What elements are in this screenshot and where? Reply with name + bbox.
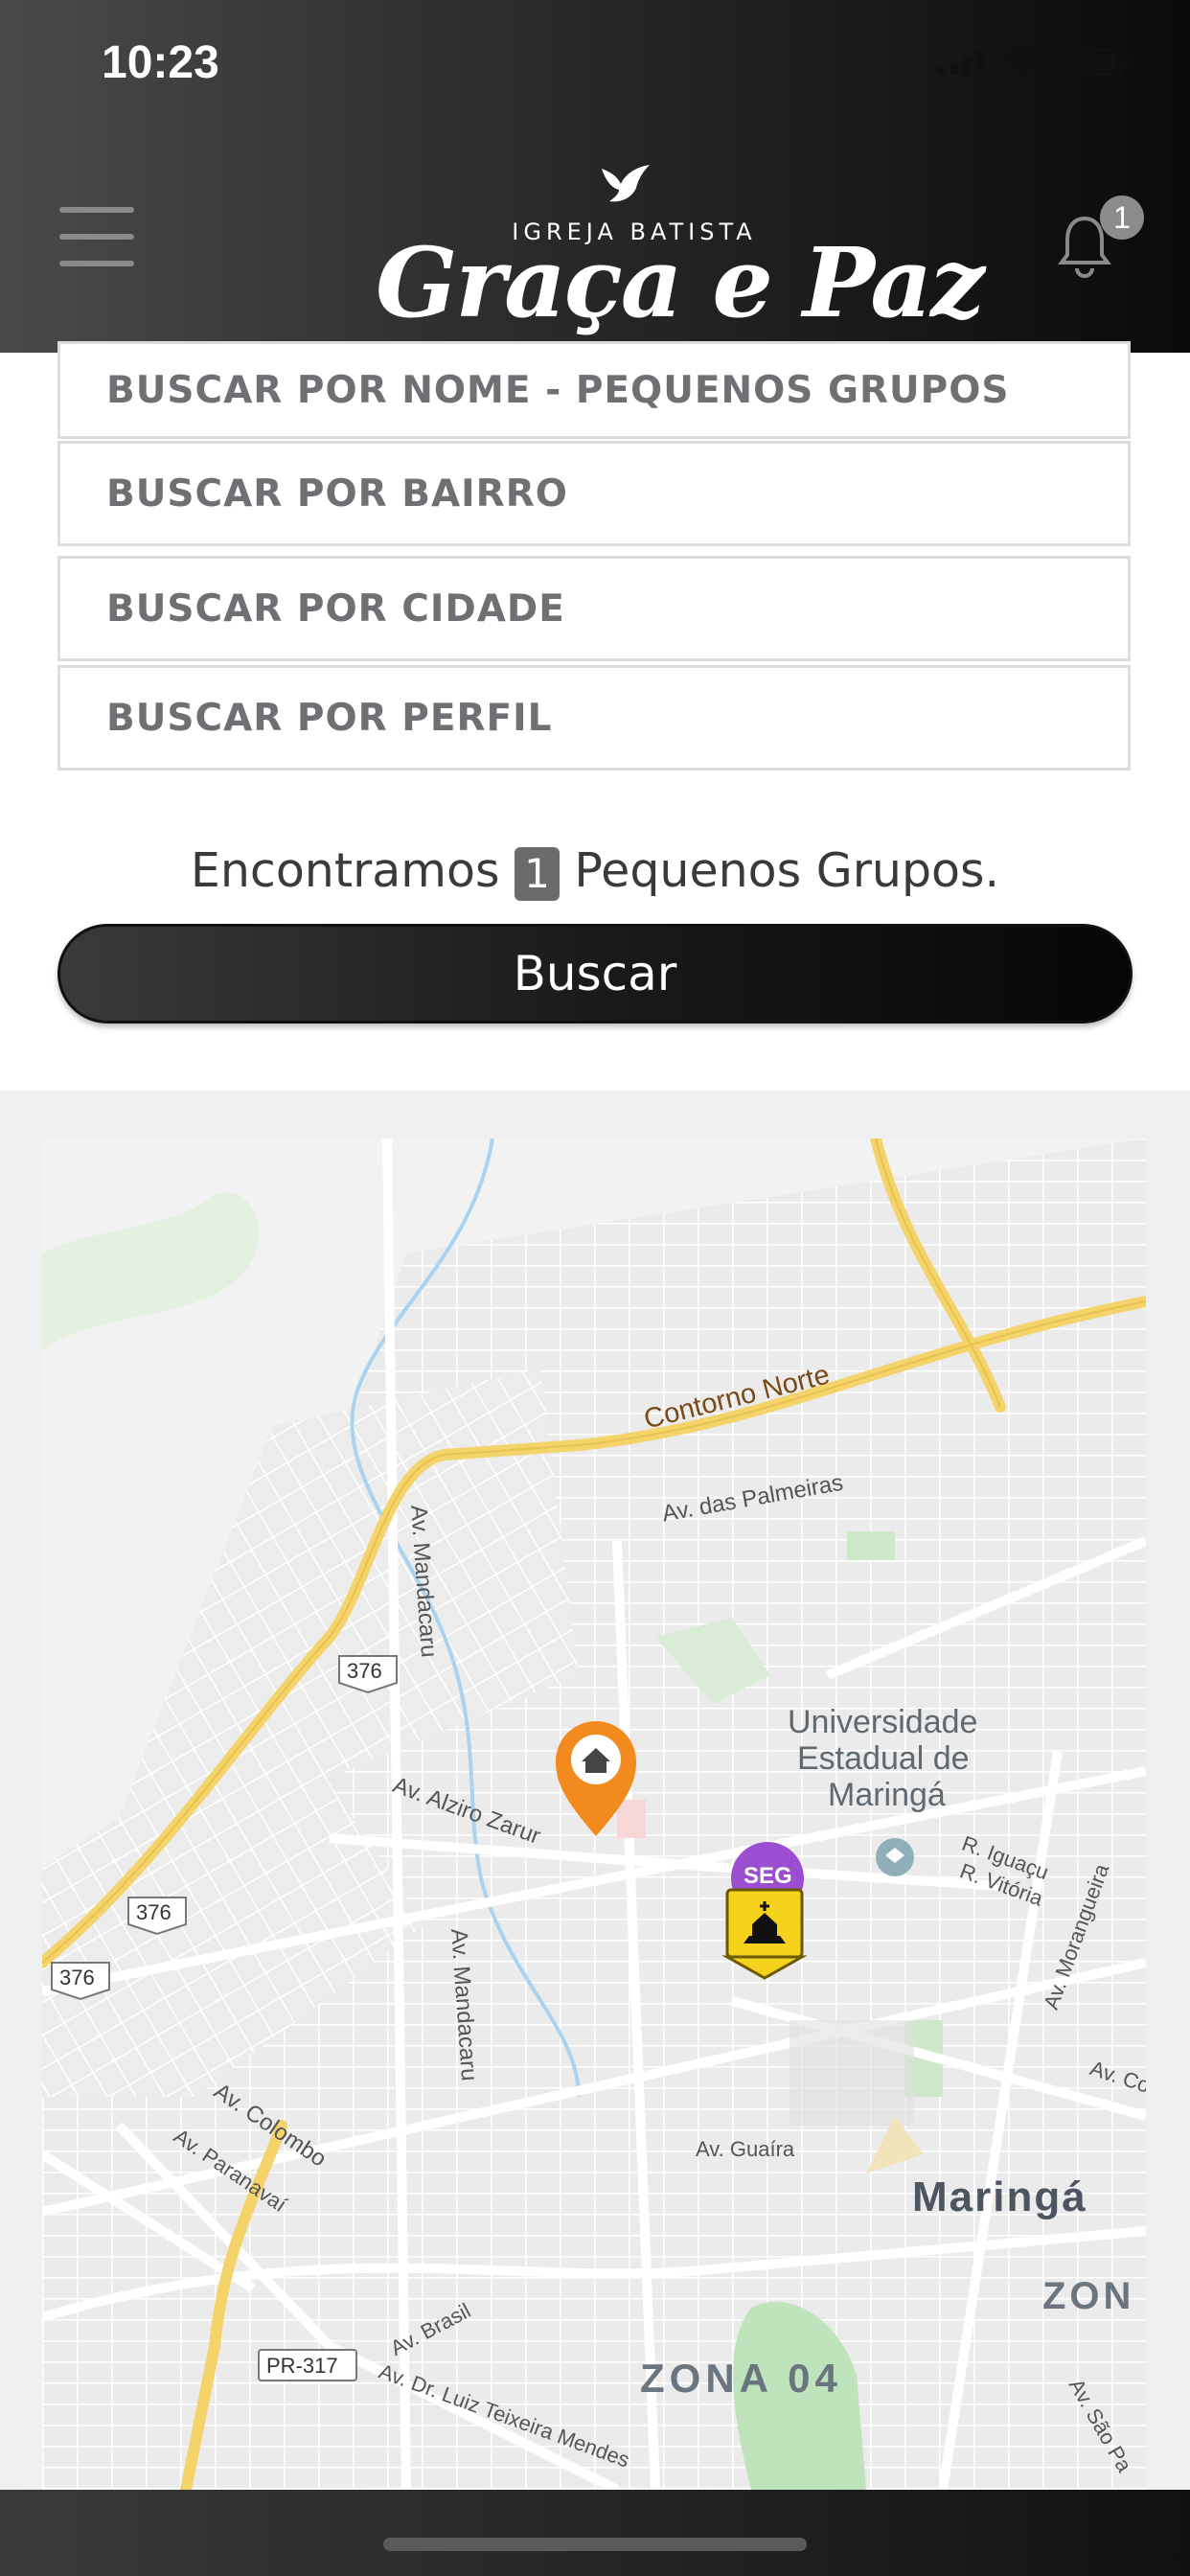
dove-icon [602, 165, 650, 202]
logo-title: Graça e Paz [376, 226, 985, 339]
map-shield-376-c: 376 [59, 1966, 95, 1990]
results-prefix: Encontramos [190, 843, 500, 898]
church-marker[interactable] [727, 1842, 802, 1978]
map-shield-376-a: 376 [347, 1659, 382, 1683]
results-count-badge: 1 [515, 846, 560, 901]
map-label-zona-04: ZONA 04 [640, 2356, 842, 2401]
map-view[interactable]: Contorno Norte Av. das Palmeiras Av. Man… [42, 1138, 1146, 2490]
search-submit-button[interactable]: Buscar [57, 924, 1133, 1024]
notification-badge: 1 [1100, 196, 1144, 240]
bottom-bar [0, 2490, 1190, 2576]
map-label-maringa-university: Maringá [828, 1777, 946, 1813]
app-header: 10:23 IGREJA BATISTA Graça e Paz 1 [0, 0, 1190, 353]
search-by-profile-button[interactable]: BUSCAR POR PERFIL [57, 665, 1131, 770]
wifi-icon [1002, 47, 1042, 77]
map-label-maringa-city: Maringá [912, 2174, 1087, 2220]
home-indicator[interactable] [383, 2538, 807, 2551]
home-group-marker[interactable] [556, 1719, 636, 1838]
battery-icon [1062, 49, 1128, 76]
map-shield-376-b: 376 [136, 1900, 172, 1924]
hamburger-menu-icon[interactable] [59, 207, 136, 266]
results-summary: Encontramos 1 Pequenos Grupos. [0, 843, 1190, 901]
map-shield-pr-317: PR-317 [266, 2354, 338, 2378]
church-logo: IGREJA BATISTA Graça e Paz [376, 163, 985, 345]
map-label-universidade: Universidade [788, 1704, 978, 1740]
results-suffix: Pequenos Grupos. [574, 843, 1000, 898]
map-label-av-guaira: Av. Guaíra [696, 2137, 795, 2161]
status-time: 10:23 [102, 37, 219, 88]
search-by-neighborhood-button[interactable]: BUSCAR POR BAIRRO [57, 441, 1131, 546]
status-icons [938, 46, 1128, 79]
search-by-city-button[interactable]: BUSCAR POR CIDADE [57, 556, 1131, 661]
cellular-signal-icon [938, 50, 983, 75]
map-label-zona: ZON [1042, 2275, 1135, 2317]
search-by-name-button[interactable]: BUSCAR POR NOME - PEQUENOS GRUPOS [57, 341, 1131, 439]
map-label-estadual: Estadual de [797, 1740, 970, 1777]
